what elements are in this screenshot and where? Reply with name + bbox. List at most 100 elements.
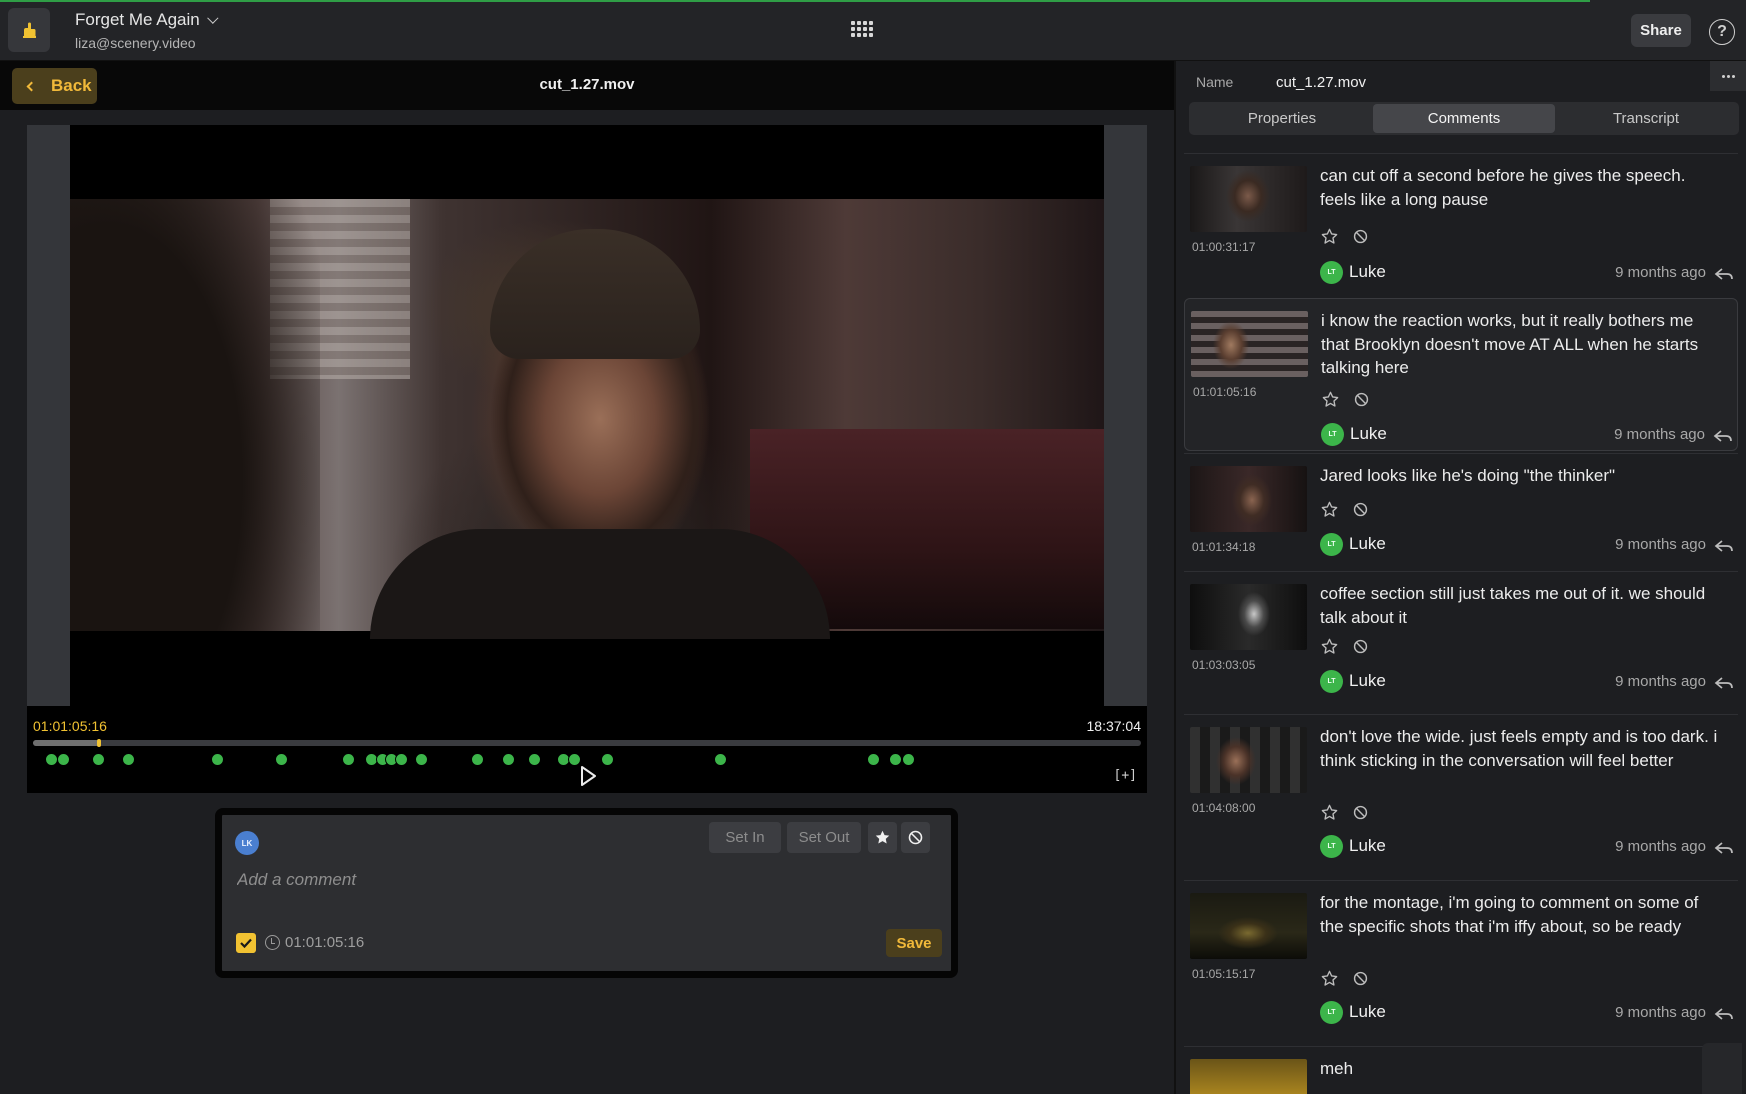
comment-actions	[1320, 968, 1370, 988]
comment-marker[interactable]	[44, 753, 58, 766]
video-frame[interactable]	[70, 125, 1104, 706]
reply-icon[interactable]	[1714, 840, 1734, 856]
star-outline-icon[interactable]	[1321, 390, 1340, 409]
reply-icon[interactable]	[1714, 266, 1734, 282]
comment-text: meh	[1320, 1059, 1354, 1078]
comment-marker[interactable]	[902, 753, 916, 766]
star-outline-icon[interactable]	[1320, 227, 1339, 246]
tab-comments[interactable]: Comments	[1373, 104, 1555, 133]
block-icon[interactable]	[1351, 637, 1370, 656]
comment-marker[interactable]	[889, 753, 903, 766]
comment-author: LT Luke	[1320, 1000, 1386, 1024]
app-logo-button[interactable]	[8, 8, 50, 52]
comment-item[interactable]: 01:04:08:00 don't love the wide. just fe…	[1184, 714, 1738, 880]
comment-thumbnail[interactable]	[1190, 466, 1307, 532]
share-button[interactable]: Share	[1631, 14, 1691, 47]
comment-marker[interactable]	[56, 753, 70, 766]
comment-marker[interactable]	[471, 753, 485, 766]
comment-item[interactable]: 01:00:31:17 can cut off a second before …	[1184, 153, 1738, 296]
comment-author: LT Luke	[1321, 422, 1387, 446]
upload-progress-line	[0, 0, 1590, 2]
hide-button[interactable]	[901, 822, 930, 853]
comment-input[interactable]	[237, 867, 837, 893]
file-name: cut_1.27.mov	[539, 76, 635, 93]
comment-item[interactable]: 01:01:34:18 Jared looks like he's doing …	[1184, 453, 1738, 571]
scrub-bar[interactable]	[33, 739, 1141, 747]
top-bar: Forget Me Again liza@scenery.video Share…	[0, 0, 1746, 61]
author-name: Luke	[1349, 534, 1386, 553]
comment-timecode: 01:04:08:00	[1192, 801, 1256, 815]
comment-marker[interactable]	[210, 753, 224, 766]
comment-marker[interactable]	[92, 753, 106, 766]
comment-marker[interactable]	[275, 753, 289, 766]
block-icon[interactable]	[1351, 803, 1370, 822]
comment-item-selected[interactable]: 01:01:05:16 i know the reaction works, b…	[1184, 298, 1738, 451]
comment-actions	[1321, 389, 1371, 409]
comment-item[interactable]: meh	[1184, 1046, 1738, 1094]
comment-marker[interactable]	[502, 753, 516, 766]
comment-marker[interactable]	[866, 753, 880, 766]
playhead[interactable]	[97, 739, 102, 747]
fullscreen-button[interactable]: [+]	[1114, 768, 1137, 783]
help-icon[interactable]: ?	[1709, 19, 1735, 45]
comment-thumbnail[interactable]	[1190, 1059, 1307, 1094]
comment-thumbnail[interactable]	[1191, 311, 1308, 377]
star-button[interactable]	[868, 822, 897, 853]
comment-author: LT Luke	[1320, 260, 1386, 284]
comment-author: LT Luke	[1320, 532, 1386, 556]
set-in-button[interactable]: Set In	[709, 822, 781, 853]
timecode-checkbox[interactable]	[236, 933, 256, 953]
comment-text: for the montage, i'm going to comment on…	[1320, 893, 1699, 936]
star-outline-icon[interactable]	[1320, 969, 1339, 988]
comment-actions	[1320, 802, 1370, 822]
comment-marker[interactable]	[122, 753, 136, 766]
reply-icon[interactable]	[1714, 1006, 1734, 1022]
block-icon[interactable]	[1351, 969, 1370, 988]
star-outline-icon[interactable]	[1320, 500, 1339, 519]
star-outline-icon[interactable]	[1320, 803, 1339, 822]
comment-marker[interactable]	[414, 753, 428, 766]
scrollbar-thumb[interactable]	[1702, 1043, 1742, 1094]
block-icon[interactable]	[1352, 390, 1371, 409]
comment-marker[interactable]	[713, 753, 727, 766]
save-button[interactable]: Save	[886, 929, 942, 957]
author-name: Luke	[1349, 671, 1386, 690]
project-title-dropdown[interactable]: Forget Me Again	[75, 10, 219, 30]
comment-thumbnail[interactable]	[1190, 166, 1307, 232]
avatar: LT	[1320, 1000, 1343, 1024]
video-player[interactable]: 01:01:05:16 18:37:04 [+]	[27, 125, 1147, 793]
hand-logo-icon	[23, 22, 36, 38]
reply-icon[interactable]	[1714, 538, 1734, 554]
avatar: LT	[1320, 669, 1343, 693]
reply-icon[interactable]	[1714, 675, 1734, 691]
block-icon[interactable]	[1351, 227, 1370, 246]
comment-thumbnail[interactable]	[1190, 584, 1307, 650]
comment-marker[interactable]	[527, 753, 541, 766]
comment-marker[interactable]	[600, 753, 614, 766]
comment-text: i know the reaction works, but it really…	[1321, 311, 1699, 377]
comment-item[interactable]: 01:05:15:17 for the montage, i'm going t…	[1184, 880, 1738, 1046]
tab-properties[interactable]: Properties	[1191, 104, 1373, 133]
apps-grid-icon[interactable]	[851, 21, 873, 40]
reply-icon[interactable]	[1713, 428, 1733, 444]
avatar: LT	[1320, 834, 1343, 858]
pillarbox-right	[1104, 125, 1147, 706]
star-outline-icon[interactable]	[1320, 637, 1339, 656]
tab-transcript[interactable]: Transcript	[1555, 104, 1737, 133]
comments-list: 01:00:31:17 can cut off a second before …	[1176, 153, 1746, 1094]
set-out-button[interactable]: Set Out	[787, 822, 861, 853]
play-icon[interactable]	[578, 765, 598, 787]
comment-marker[interactable]	[341, 753, 355, 766]
comment-marker[interactable]	[394, 753, 408, 766]
comment-thumbnail[interactable]	[1190, 727, 1307, 793]
block-icon[interactable]	[1351, 500, 1370, 519]
project-title: Forget Me Again	[75, 10, 200, 29]
comment-text: coffee section still just takes me out o…	[1320, 584, 1706, 627]
comment-time: 9 months ago	[1615, 838, 1706, 855]
avatar: LT	[1320, 260, 1343, 284]
video-still	[70, 199, 1104, 639]
comment-timecode: 01:03:03:05	[1192, 658, 1256, 672]
comment-item[interactable]: 01:03:03:05 coffee section still just ta…	[1184, 571, 1738, 714]
comment-thumbnail[interactable]	[1190, 893, 1307, 959]
more-options-icon[interactable]	[1710, 61, 1746, 91]
